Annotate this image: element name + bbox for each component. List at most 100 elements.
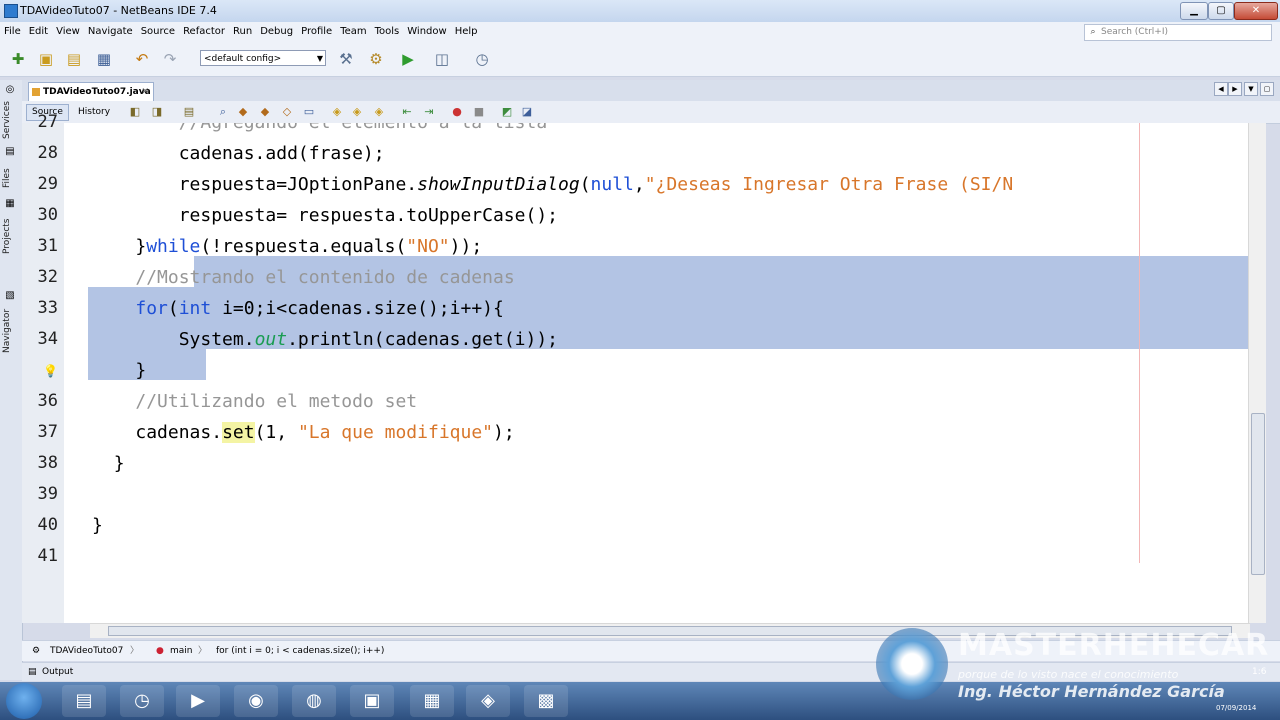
code-line[interactable]: }while(!respuesta.equals("NO")); (64, 231, 1248, 262)
show-opened-documents-icon[interactable]: ▼ (1244, 82, 1258, 96)
toggle-rectangular-selection-icon[interactable]: ▭ (302, 105, 316, 119)
open-project-icon[interactable]: ▤ (64, 49, 84, 69)
output-tab[interactable]: Output (42, 663, 73, 681)
code-line[interactable]: for(int i=0;i<cadenas.size();i++){ (64, 293, 1248, 324)
toggle-highlight-icon[interactable]: ◇ (280, 105, 294, 119)
menu-file[interactable]: File (0, 22, 25, 37)
breadcrumb-method[interactable]: main (170, 641, 193, 661)
menu-source[interactable]: Source (137, 22, 179, 37)
horizontal-scrollbar[interactable] (90, 623, 1250, 638)
previous-bookmark-icon[interactable]: ◈ (330, 105, 344, 119)
vertical-scroll-thumb[interactable] (1251, 413, 1265, 575)
media-player-icon[interactable]: ▶ (176, 685, 220, 717)
scroll-tabs-left-icon[interactable]: ◀ (1214, 82, 1228, 96)
side-tab-services[interactable]: Services (2, 100, 18, 140)
lightbulb-hint-icon[interactable]: 💡 (43, 364, 58, 378)
debug-icon[interactable]: ◫ (432, 49, 452, 69)
side-tab-files[interactable]: Files (2, 164, 18, 192)
netbeans-taskbar-icon[interactable]: ◈ (466, 685, 510, 717)
code-line[interactable]: System.out.println(cadenas.get(i)); (64, 324, 1248, 355)
menu-team[interactable]: Team (336, 22, 370, 37)
code-line[interactable] (64, 479, 1248, 510)
code-line[interactable]: //Mostrando el contenido de cadenas (64, 262, 1248, 293)
editor-toolbar: Source History ◧ ◨ ▤ ⌕ ◆ ◆ ◇ ▭ ◈ ◈ ◈ ⇤ ⇥… (22, 101, 1280, 124)
menu-refactor[interactable]: Refactor (179, 22, 229, 37)
find-next-icon[interactable]: ◆ (258, 105, 272, 119)
maximize-button[interactable]: ▢ (1208, 2, 1234, 20)
uncomment-icon[interactable]: ◪ (520, 105, 534, 119)
menu-run[interactable]: Run (229, 22, 256, 37)
find-icon[interactable]: ⌕ (216, 105, 230, 119)
code-token: //Agregando el elemento a la lista (179, 123, 547, 133)
scroll-tabs-right-icon[interactable]: ▶ (1228, 82, 1242, 96)
editor-file-tab[interactable]: TDAVideoTuto07.java ✕ (28, 82, 154, 101)
code-line[interactable]: } (64, 448, 1248, 479)
close-tab-icon[interactable]: ✕ (141, 83, 149, 101)
comment-icon[interactable]: ◩ (500, 105, 514, 119)
horizontal-scroll-thumb[interactable] (108, 626, 1232, 636)
code-token: cadenas.add(frase); (178, 143, 385, 164)
save-all-icon[interactable]: ▦ (94, 49, 114, 69)
minimize-button[interactable]: ▁ (1180, 2, 1208, 20)
clean-build-icon[interactable]: ⚙ (366, 49, 386, 69)
code-line[interactable]: respuesta=JOptionPane.showInputDialog(nu… (64, 169, 1248, 200)
build-hammer-icon[interactable]: ⚒ (336, 49, 356, 69)
menu-window[interactable]: Window (403, 22, 450, 37)
code-line[interactable]: //Utilizando el metodo set (64, 386, 1248, 417)
code-line[interactable]: respuesta= respuesta.toUpperCase(); (64, 200, 1248, 231)
menu-profile[interactable]: Profile (297, 22, 336, 37)
undo-icon[interactable]: ↶ (132, 49, 152, 69)
start-macro-icon[interactable]: ● (450, 105, 464, 119)
start-button[interactable] (6, 683, 42, 719)
line-number: 27 (37, 112, 58, 132)
stop-macro-icon[interactable]: ■ (472, 105, 486, 119)
code-line[interactable]: cadenas.add(frase); (64, 138, 1248, 169)
new-file-icon[interactable]: ✚ (8, 49, 28, 69)
breadcrumb-separator-icon: 〉 (130, 646, 140, 656)
code-line[interactable]: cadenas.set(1, "La que modifique"); (64, 417, 1248, 448)
history-tab[interactable]: History (72, 104, 116, 121)
menu-tools[interactable]: Tools (371, 22, 404, 37)
recorder-app-icon[interactable]: ▩ (524, 685, 568, 717)
clock-app-icon[interactable]: ◷ (120, 685, 164, 717)
vertical-scrollbar[interactable] (1248, 123, 1266, 623)
breadcrumb-statement[interactable]: for (int i = 0; i < cadenas.size(); i++) (216, 641, 384, 661)
menu-view[interactable]: View (52, 22, 84, 37)
shift-right-icon[interactable]: ⇥ (422, 105, 436, 119)
find-previous-icon[interactable]: ◆ (236, 105, 250, 119)
profile-icon[interactable]: ◷ (472, 49, 492, 69)
menu-help[interactable]: Help (451, 22, 482, 37)
menu-navigate[interactable]: Navigate (84, 22, 137, 37)
menu-debug[interactable]: Debug (256, 22, 297, 37)
code-line[interactable] (64, 541, 1248, 572)
toggle-bookmark-icon[interactable]: ◈ (372, 105, 386, 119)
back-icon[interactable]: ◨ (150, 105, 164, 119)
code-line[interactable]: } (64, 510, 1248, 541)
code-line[interactable]: //Agregando el elemento a la lista (64, 123, 1248, 138)
search-box[interactable]: ⌕ Search (Ctrl+I) (1084, 24, 1272, 41)
shift-left-icon[interactable]: ⇤ (400, 105, 414, 119)
run-icon[interactable]: ▶ (398, 49, 418, 69)
side-tab-projects[interactable]: Projects (2, 214, 18, 258)
menu-edit[interactable]: Edit (25, 22, 52, 37)
chrome-icon[interactable]: ◉ (234, 685, 278, 717)
next-bookmark-icon[interactable]: ◈ (350, 105, 364, 119)
last-edit-icon[interactable]: ◧ (128, 105, 142, 119)
explorer-folder-icon[interactable]: ▤ (62, 685, 106, 717)
powerpoint-icon[interactable]: ▣ (350, 685, 394, 717)
config-select[interactable]: <default config> ▼ (200, 50, 326, 66)
code-line[interactable]: } (64, 355, 1248, 386)
redo-icon[interactable]: ↷ (160, 49, 180, 69)
side-tab-navigator[interactable]: Navigator (2, 306, 18, 356)
firefox-icon[interactable]: ◍ (292, 685, 336, 717)
breadcrumb-class[interactable]: TDAVideoTuto07 (50, 641, 123, 661)
forward-icon[interactable]: ▤ (182, 105, 196, 119)
close-button[interactable]: ✕ (1234, 2, 1278, 20)
maximize-editor-icon[interactable]: ▢ (1260, 82, 1274, 96)
code-editor[interactable]: //Agregando el elemento a la lista caden… (64, 123, 1248, 623)
new-project-icon[interactable]: ▣ (36, 49, 56, 69)
notes-app-icon[interactable]: ▦ (410, 685, 454, 717)
